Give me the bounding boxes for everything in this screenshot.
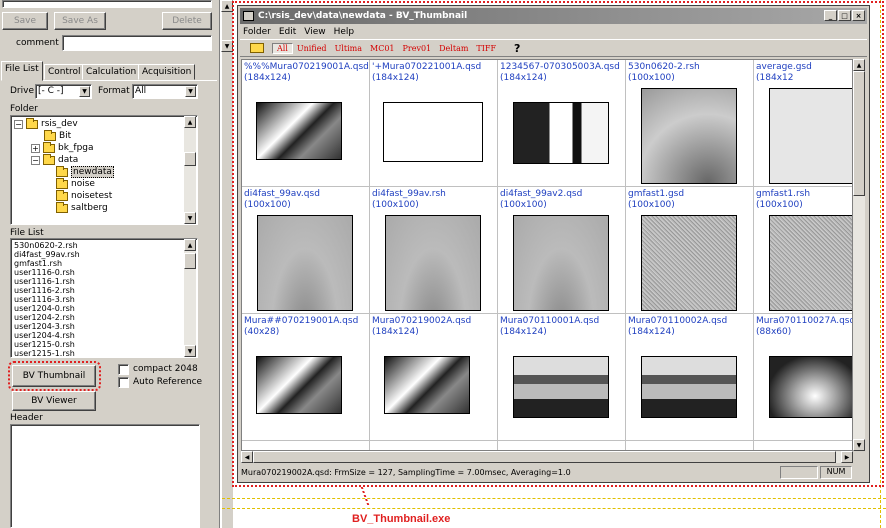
tab-file-list[interactable]: File List	[1, 61, 43, 81]
folder-icon	[43, 153, 55, 165]
drive-value: [- C -]	[38, 86, 64, 96]
top-field	[2, 0, 212, 8]
tree-item-bk-fpga[interactable]: + bk_fpga	[31, 141, 94, 154]
tree-item-newdata[interactable]: newdata	[56, 165, 114, 178]
folder-icon	[56, 189, 68, 201]
tree-label: noisetest	[71, 191, 113, 201]
collapse-icon[interactable]: −	[14, 119, 23, 129]
tree-label: saltberg	[71, 203, 108, 213]
file-list-item[interactable]: user1116-1.rsh	[14, 277, 194, 286]
folder-tree[interactable]: − rsis_dev Bit + bk_fpga − data newdata noi…	[10, 115, 198, 225]
save-button[interactable]: Save	[2, 12, 48, 30]
file-scrollbar[interactable]: ▲ ▼	[184, 239, 196, 357]
file-list-item[interactable]: 530n0620-2.rsh	[14, 241, 194, 250]
scroll-down-icon[interactable]: ▼	[184, 345, 196, 357]
expand-icon[interactable]: +	[31, 143, 40, 153]
file-list-item[interactable]: user1204-3.rsh	[14, 322, 194, 331]
tree-label: data	[58, 155, 79, 165]
file-list-item[interactable]: user1215-0.rsh	[14, 340, 194, 349]
drive-label: Drive	[10, 86, 34, 96]
header-label: Header	[10, 413, 43, 423]
folder-label: Folder	[10, 104, 38, 114]
scroll-thumb[interactable]	[184, 253, 196, 269]
compact-label: compact 2048	[133, 364, 198, 374]
file-list-item[interactable]: user1215-1.rsh	[14, 349, 194, 357]
file-list[interactable]: 530n0620-2.rsh di4fast_99av.rsh gmfast1.rs…	[10, 238, 198, 358]
file-list-item[interactable]: user1116-0.rsh	[14, 268, 194, 277]
tab-calculation[interactable]: Calculation	[82, 64, 141, 80]
tree-label: noise	[71, 179, 95, 189]
annotation-label: BV_Thumbnail.exe	[352, 513, 451, 525]
scroll-up-icon[interactable]: ▲	[184, 116, 196, 128]
tree-item-data[interactable]: − data	[31, 153, 79, 166]
folder-icon	[44, 129, 56, 141]
highlight-window	[232, 1, 884, 487]
tree-label: Bit	[59, 131, 72, 141]
chevron-down-icon: ▼	[79, 86, 90, 97]
tree-item-noisetest[interactable]: noisetest	[56, 189, 113, 202]
delete-button[interactable]: Delete	[162, 12, 212, 30]
auto-reference-checkbox[interactable]	[118, 377, 129, 388]
bv-viewer-button[interactable]: BV Viewer	[12, 391, 96, 411]
folder-icon	[56, 165, 68, 177]
format-select[interactable]: All ▼	[132, 84, 198, 99]
folder-scrollbar[interactable]: ▲ ▼	[184, 116, 196, 224]
scroll-up-icon[interactable]: ▲	[184, 239, 196, 251]
auto-reference-label: Auto Reference	[133, 377, 203, 387]
file-list-item[interactable]: user1204-0.rsh	[14, 304, 194, 313]
tree-label: newdata	[71, 166, 114, 178]
file-list-item[interactable]: gmfast1.rsh	[14, 259, 194, 268]
tree-label: rsis_dev	[41, 119, 78, 129]
chevron-down-icon: ▼	[185, 86, 196, 97]
folder-icon	[43, 141, 55, 153]
file-list-item[interactable]: user1116-3.rsh	[14, 295, 194, 304]
comment-field[interactable]	[62, 35, 212, 51]
tree-label: bk_fpga	[58, 143, 94, 153]
collapse-icon[interactable]: −	[31, 155, 40, 165]
header-textarea[interactable]	[10, 424, 200, 528]
format-label: Format	[98, 86, 130, 96]
comment-label: comment	[16, 38, 59, 48]
drive-select[interactable]: [- C -] ▼	[35, 84, 92, 99]
file-list-item[interactable]: di4fast_99av.rsh	[14, 250, 194, 259]
control-panel: Save Save As Delete comment File List Co…	[0, 0, 220, 528]
file-list-item[interactable]: user1204-4.rsh	[14, 331, 194, 340]
guide-line	[222, 508, 886, 509]
annotation-pointer	[360, 487, 380, 505]
guide-line	[222, 498, 886, 499]
scroll-down-icon[interactable]: ▼	[184, 212, 196, 224]
folder-icon	[56, 177, 68, 189]
file-list-item[interactable]: user1116-2.rsh	[14, 286, 194, 295]
scroll-thumb[interactable]	[184, 152, 196, 166]
save-as-button[interactable]: Save As	[54, 12, 106, 30]
tree-item-saltberg[interactable]: saltberg	[56, 201, 108, 214]
tab-acquisition[interactable]: Acquisition	[138, 64, 196, 80]
file-list-items: 530n0620-2.rsh di4fast_99av.rsh gmfast1.rs…	[14, 241, 194, 357]
file-list-item[interactable]: user1204-2.rsh	[14, 313, 194, 322]
tree-item-noise[interactable]: noise	[56, 177, 95, 190]
tree-item-rsis-dev[interactable]: − rsis_dev	[14, 117, 78, 130]
file-list-label: File List	[10, 228, 44, 238]
format-value: All	[135, 86, 147, 96]
compact-checkbox[interactable]	[118, 364, 129, 375]
folder-icon	[56, 201, 68, 213]
folder-icon	[26, 117, 38, 129]
highlight-bv-thumbnail	[8, 361, 101, 391]
tab-control[interactable]: Control	[44, 64, 85, 80]
tree-item-bit[interactable]: Bit	[44, 129, 72, 142]
